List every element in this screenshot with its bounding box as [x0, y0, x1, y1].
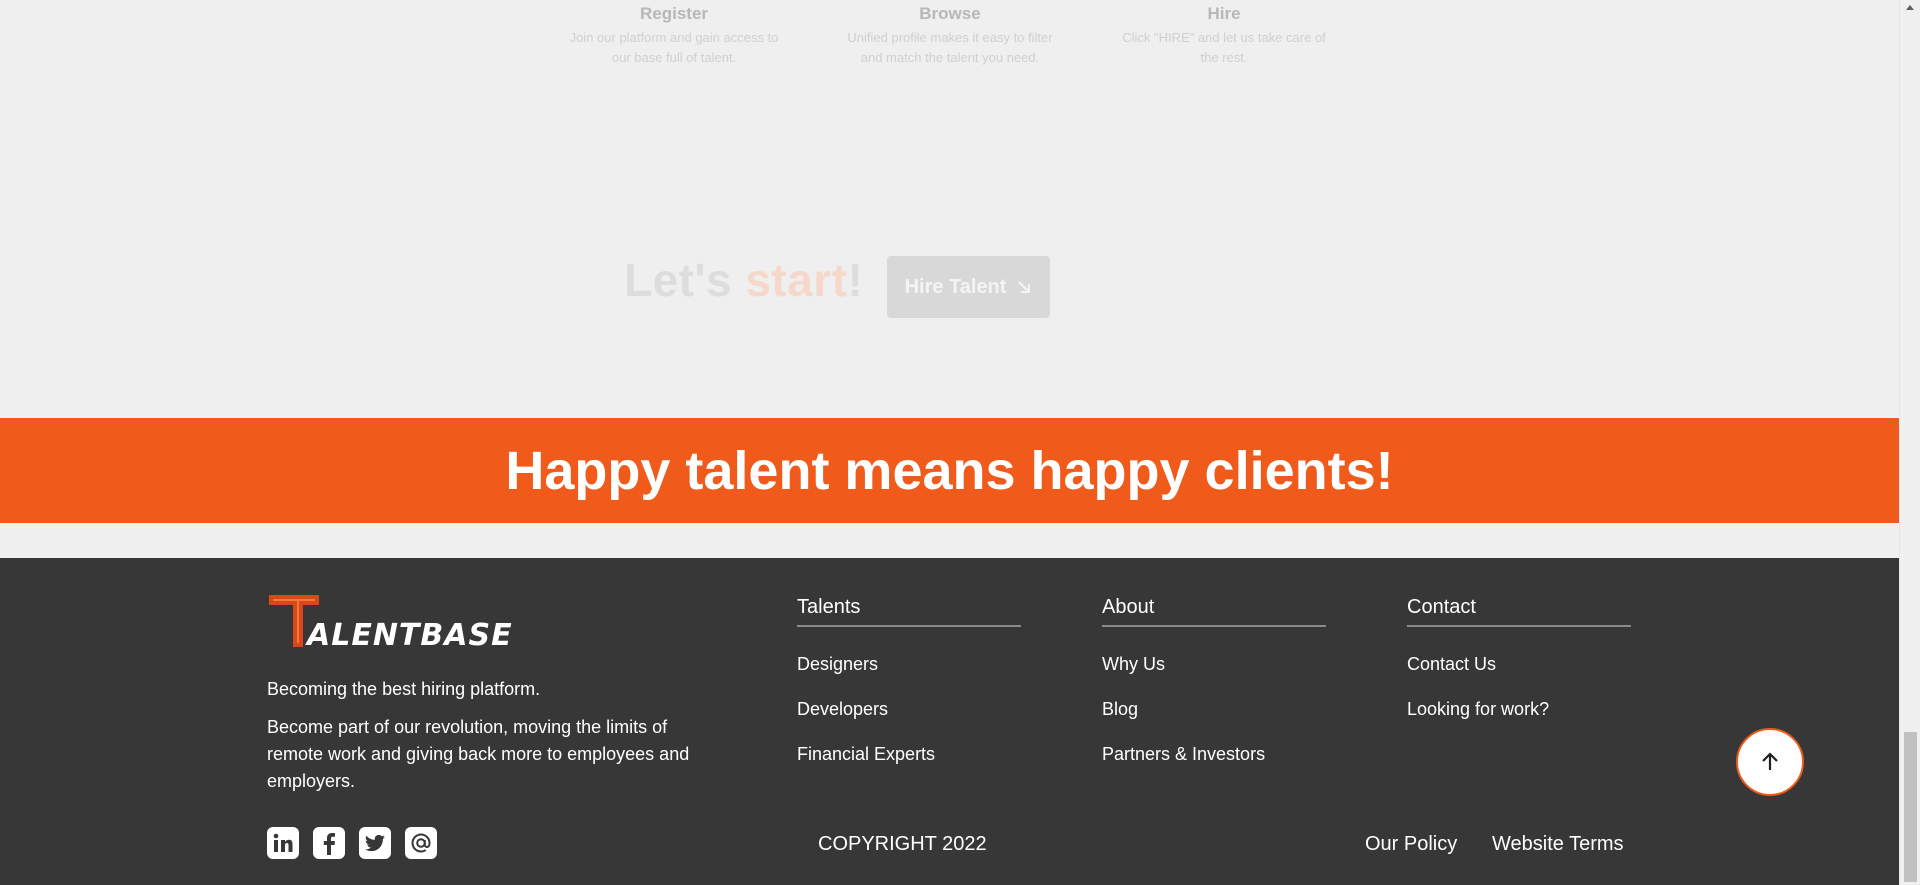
- footer-about-text: Become part of our revolution, moving th…: [267, 717, 690, 791]
- social-links: [267, 827, 437, 859]
- arrow-up-icon: [1762, 752, 1778, 770]
- link-blog[interactable]: Blog: [1102, 699, 1326, 720]
- facebook-icon[interactable]: [313, 827, 345, 859]
- step-register: Register Join our platform and gain acce…: [559, 4, 789, 68]
- at-sign-icon[interactable]: [405, 827, 437, 859]
- footer-column-contact: Contact Contact Us Looking for work?: [1407, 596, 1631, 720]
- column-title: Talents: [797, 596, 1021, 627]
- step-description-line: our base full of talent.: [611, 50, 737, 65]
- step-description-line: Join our platform and gain access to: [569, 30, 779, 45]
- site-footer: ALENTBASE Becoming the best hiring platf…: [0, 558, 1899, 885]
- lets-text: Let's: [624, 254, 746, 306]
- linkedin-icon[interactable]: [267, 827, 299, 859]
- column-title: Contact: [1407, 596, 1631, 627]
- website-terms-link[interactable]: Website Terms: [1492, 833, 1624, 856]
- step-description: Click "HIRE" and let us take care of the…: [1109, 28, 1339, 68]
- lets-start-heading: Let's start!: [624, 253, 863, 307]
- scroll-to-top-button[interactable]: [1736, 728, 1804, 796]
- our-policy-link[interactable]: Our Policy: [1365, 833, 1457, 856]
- scrollbar-thumb[interactable]: [1904, 732, 1917, 882]
- footer-column-about: About Why Us Blog Partners & Investors: [1102, 596, 1326, 765]
- copyright-text: COPYRIGHT 2022: [818, 833, 987, 855]
- column-title: About: [1102, 596, 1326, 627]
- link-developers[interactable]: Developers: [797, 699, 1021, 720]
- step-description: Unified profile makes it easy to filter …: [835, 28, 1065, 68]
- step-title: Browse: [919, 4, 981, 23]
- start-text: start: [745, 254, 848, 306]
- link-looking-for-work[interactable]: Looking for work?: [1407, 699, 1631, 720]
- step-title: Register: [639, 4, 709, 23]
- link-designers[interactable]: Designers: [797, 654, 1021, 675]
- banner-heading: Happy talent means happy clients!: [505, 440, 1394, 501]
- how-it-works-section: Register Join our platform and gain acce…: [0, 0, 1899, 418]
- step-title: Hire: [1207, 4, 1241, 23]
- link-financial-experts[interactable]: Financial Experts: [797, 744, 1021, 765]
- step-hire: Hire Click "HIRE" and let us take care o…: [1109, 4, 1339, 68]
- svg-text:ALENTBASE: ALENTBASE: [305, 618, 513, 651]
- link-contact-us[interactable]: Contact Us: [1407, 654, 1631, 675]
- arrow-down-right-icon: [1018, 281, 1031, 293]
- twitter-icon[interactable]: [359, 827, 391, 859]
- step-description-line: Click "HIRE" and let us take care of: [1122, 30, 1326, 45]
- footer-tagline: Becoming the best hiring platform.: [267, 679, 541, 699]
- vertical-scrollbar[interactable]: [1899, 0, 1920, 885]
- hire-talent-label: Hire Talent: [904, 275, 1007, 298]
- scroll-up-arrow-icon[interactable]: [1906, 5, 1914, 10]
- step-description-line: the rest.: [1200, 50, 1248, 65]
- step-browse: Browse Unified profile makes it easy to …: [835, 4, 1065, 68]
- footer-column-talents: Talents Designers Developers Financial E…: [797, 596, 1021, 765]
- hire-talent-button[interactable]: Hire Talent: [887, 256, 1050, 318]
- exclamation-text: !: [847, 254, 864, 306]
- talentbase-logo[interactable]: ALENTBASE: [267, 593, 539, 651]
- link-why-us[interactable]: Why Us: [1102, 654, 1326, 675]
- link-partners-investors[interactable]: Partners & Investors: [1102, 744, 1326, 765]
- step-description-line: and match the talent you need.: [860, 50, 1040, 65]
- step-description: Join our platform and gain access to our…: [559, 28, 789, 68]
- step-description-line: Unified profile makes it easy to filter: [847, 30, 1053, 45]
- happy-talent-banner: Happy talent means happy clients!: [0, 418, 1899, 523]
